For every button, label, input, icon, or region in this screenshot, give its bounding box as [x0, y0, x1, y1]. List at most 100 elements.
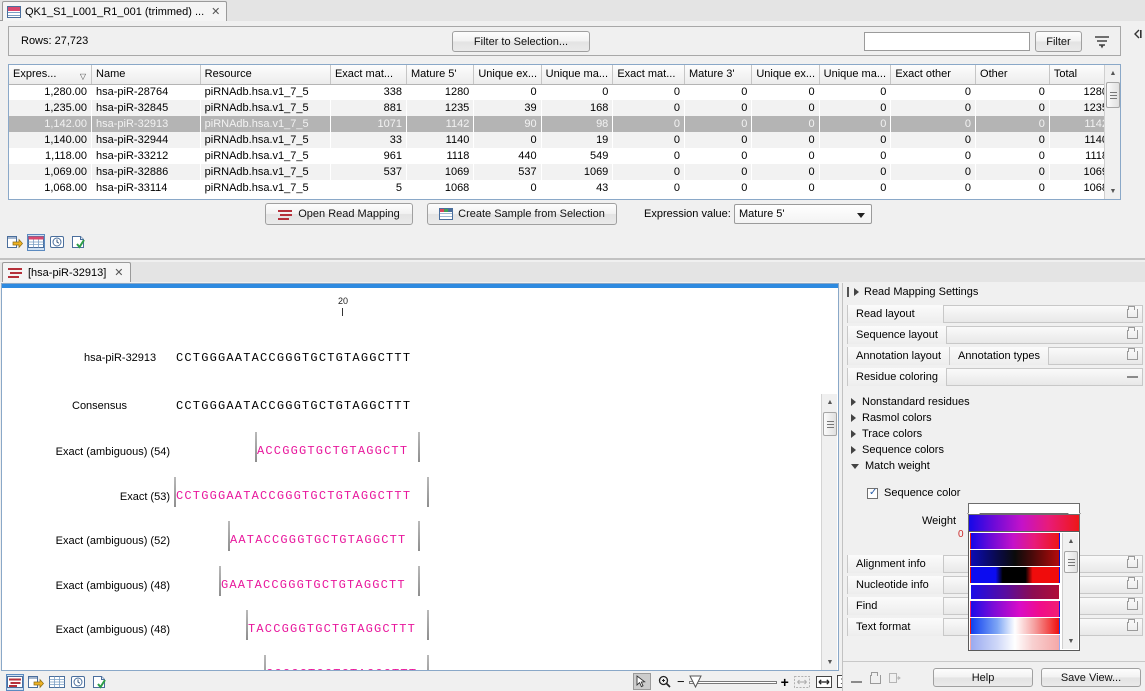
read-sequence[interactable]: AATACCGGGTGCTGTAGGCTT [230, 533, 406, 547]
zoom-slider-knob[interactable] [688, 675, 702, 688]
table-vertical-scrollbar[interactable]: ▲ ▼ [1104, 65, 1120, 199]
settings-group-name[interactable]: Annotation layout [848, 347, 951, 365]
gradient-dropdown-scrollbar[interactable]: ▲ ▼ [1062, 533, 1078, 649]
read-sequence[interactable]: CCGGGTGCTGTAGGCTTT [266, 667, 417, 671]
read-sequence[interactable]: CCTGGGAATACCGGGTGCTGTAGGCTTT [176, 489, 411, 503]
create-sample-from-selection-button[interactable]: Create Sample from Selection [427, 203, 617, 225]
weight-range-bar[interactable] [968, 503, 1080, 514]
close-icon[interactable]: ✕ [114, 266, 123, 279]
magnifier-icon[interactable] [655, 673, 673, 690]
settings-group-name[interactable]: Sequence layout [848, 326, 947, 344]
alignment-view[interactable]: 20 hsa-piR-32913 CCTGGGAATACCGGGTGCTGTAG… [1, 283, 839, 671]
column-header[interactable]: Mature 3' [684, 65, 753, 85]
settings-group-header[interactable]: Sequence layout [847, 326, 1143, 344]
scroll-down-icon[interactable]: ▼ [1063, 633, 1079, 649]
help-button[interactable]: Help [933, 668, 1033, 687]
settings-group-subtab[interactable]: Annotation types [950, 347, 1049, 365]
fit-width-icon[interactable] [815, 673, 833, 690]
sequence-color-option[interactable]: Sequence color [867, 487, 960, 499]
column-header[interactable]: Exact mat... [330, 65, 407, 85]
scroll-down-icon[interactable]: ▼ [822, 654, 838, 670]
scrollbar-thumb[interactable] [823, 412, 837, 436]
settings-group-header[interactable]: Read layout [847, 305, 1143, 323]
gradient-option[interactable] [970, 618, 1060, 634]
filter-to-selection-button[interactable]: Filter to Selection... [452, 31, 590, 52]
open-read-mapping-button[interactable]: Open Read Mapping [265, 203, 413, 225]
settings-group-header[interactable]: Annotation layout Annotation types [847, 347, 1143, 365]
column-header[interactable]: Expres... ▽ [9, 65, 93, 85]
settings-group-header[interactable]: Residue coloring [847, 368, 1143, 386]
settings-group-name[interactable]: Text format [848, 618, 944, 636]
chevron-right-icon[interactable] [851, 398, 856, 406]
table-row[interactable]: 1,235.00 hsa-piR-32845 piRNAdb.hsa.v1_7_5 8… [9, 100, 1113, 116]
gradient-dropdown[interactable]: ▲ ▼ [968, 531, 1080, 651]
folder-icon[interactable] [1127, 327, 1138, 340]
chevron-right-icon[interactable] [851, 430, 856, 438]
expression-table[interactable]: Expres... ▽ Name Resource Exact mat... Mature… [8, 64, 1121, 200]
side-panel-title[interactable]: Read Mapping Settings [843, 283, 1145, 301]
gradient-option[interactable] [970, 635, 1060, 650]
scrollbar-thumb[interactable] [1064, 551, 1078, 573]
gradient-option[interactable] [970, 567, 1060, 583]
filter-input[interactable] [864, 32, 1030, 51]
column-header[interactable]: Exact mat... [612, 65, 685, 85]
column-header[interactable]: Exact other [890, 65, 977, 85]
read-mapping-icon[interactable] [6, 674, 24, 691]
checkbox-icon[interactable] [867, 487, 878, 499]
zoom-in-label[interactable]: + [781, 674, 789, 690]
settings-group-name[interactable]: Nucleotide info [848, 576, 944, 594]
gradient-option[interactable] [970, 533, 1060, 549]
column-header[interactable]: Mature 5' [406, 65, 475, 85]
gradient-option[interactable] [970, 550, 1060, 566]
scroll-down-icon[interactable]: ▼ [1105, 183, 1120, 199]
folder-icon[interactable] [1127, 619, 1138, 632]
zoom-slider[interactable] [688, 675, 777, 689]
scrollbar-thumb[interactable] [1106, 82, 1120, 108]
scroll-up-icon[interactable]: ▲ [1063, 533, 1079, 549]
export-icon[interactable] [6, 233, 24, 251]
scroll-up-icon[interactable]: ▲ [822, 394, 838, 410]
close-icon[interactable]: ✕ [211, 5, 220, 18]
tab-read-mapping[interactable]: [hsa-piR-32913] ✕ [2, 262, 131, 282]
table-row[interactable]: 1,068.00 hsa-piR-33114 piRNAdb.hsa.v1_7_5 5… [9, 180, 1113, 196]
column-header[interactable]: Unique ex... [473, 65, 542, 85]
column-header[interactable]: Unique ma... [541, 65, 614, 85]
dock-icon[interactable] [889, 672, 901, 687]
fit-selection-icon[interactable] [793, 673, 811, 690]
tree-item[interactable]: Rasmol colors [851, 412, 932, 424]
scroll-up-icon[interactable]: ▲ [1105, 65, 1120, 81]
chevron-right-icon[interactable] [851, 414, 856, 422]
cursor-arrow-icon[interactable] [633, 673, 651, 690]
dock-toggle-icon[interactable] [1131, 24, 1145, 44]
settings-group-name[interactable]: Read layout [848, 305, 944, 323]
table-row[interactable]: 1,142.00 hsa-piR-32913 piRNAdb.hsa.v1_7_5 1… [9, 116, 1113, 132]
report-icon[interactable] [69, 233, 87, 251]
save-view-button[interactable]: Save View... [1041, 668, 1141, 687]
minus-icon[interactable] [1127, 372, 1138, 382]
gradient-option[interactable] [969, 583, 1061, 601]
gradient-option[interactable] [970, 601, 1060, 617]
chevron-down-icon[interactable] [851, 463, 859, 469]
filter-button[interactable]: Filter [1035, 31, 1082, 52]
column-header[interactable]: Unique ex... [751, 65, 820, 85]
folder-icon[interactable] [870, 672, 881, 684]
settings-group-name[interactable]: Residue coloring [848, 368, 947, 386]
alignment-vertical-scrollbar[interactable]: ▲ ▼ [821, 394, 837, 670]
history-icon[interactable] [48, 233, 66, 251]
tab-expression-table[interactable]: QK1_S1_L001_R1_001 (trimmed) ... ✕ [2, 1, 228, 21]
tree-item[interactable]: Match weight [851, 460, 930, 472]
settings-group-name[interactable]: Alignment info [848, 555, 944, 573]
table-row[interactable]: 1,069.00 hsa-piR-32886 piRNAdb.hsa.v1_7_5 5… [9, 164, 1113, 180]
folder-icon[interactable] [1127, 577, 1138, 590]
column-header[interactable]: Name [91, 65, 201, 85]
column-header[interactable]: Unique ma... [819, 65, 892, 85]
settings-group-name[interactable]: Find [848, 597, 944, 615]
folder-icon[interactable] [1127, 556, 1138, 569]
filter-funnel-icon[interactable] [1092, 33, 1112, 51]
report-icon[interactable] [90, 674, 108, 691]
read-sequence[interactable]: GAATACCGGGTGCTGTAGGCTT [221, 578, 406, 592]
history-icon[interactable] [69, 674, 87, 691]
table-icon[interactable] [27, 233, 45, 251]
column-header[interactable]: Resource [200, 65, 331, 85]
read-sequence[interactable]: ACCGGGTGCTGTAGGCTT [257, 444, 408, 458]
